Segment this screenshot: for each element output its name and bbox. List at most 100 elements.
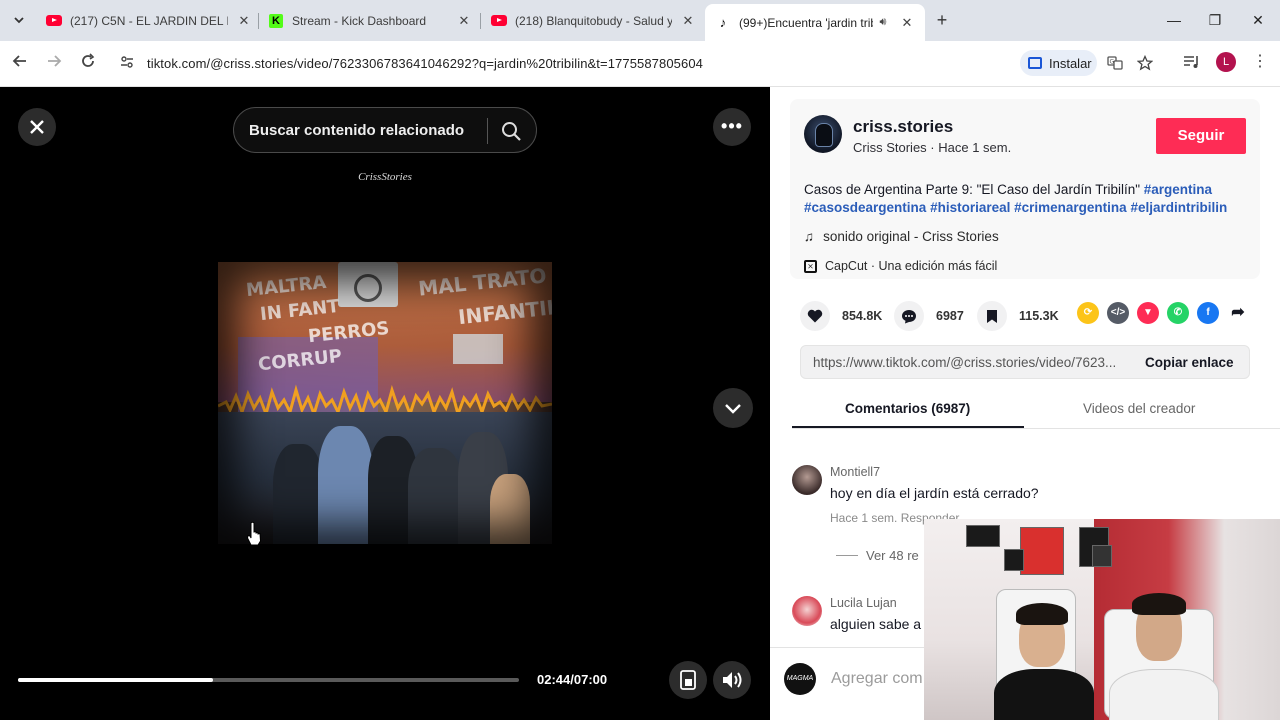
ellipsis-icon: ••• <box>721 116 743 136</box>
search-divider <box>487 118 488 144</box>
picture-in-picture-button[interactable] <box>669 661 707 699</box>
browser-tab-c5n[interactable]: (217) C5N - EL JARDIN DEL HORROR ✕ <box>46 6 252 35</box>
tab-close-icon[interactable]: ✕ <box>236 13 252 29</box>
tab-search-button[interactable] <box>8 9 30 31</box>
tab-close-icon[interactable]: ✕ <box>456 13 472 29</box>
repost-icon[interactable]: ⟳ <box>1077 302 1099 324</box>
commenter-avatar[interactable] <box>792 596 822 626</box>
more-options-button[interactable]: ••• <box>713 108 751 146</box>
heart-icon <box>800 301 830 331</box>
video-frame[interactable]: MALTRA MAL TRATO IN FANT INFANTIL PERROS… <box>218 262 552 544</box>
sound-link[interactable]: ♫ sonido original - Criss Stories <box>804 229 999 244</box>
profile-avatar[interactable]: L <box>1216 52 1236 72</box>
video-link-text: https://www.tiktok.com/@criss.stories/vi… <box>813 355 1117 370</box>
author-avatar[interactable] <box>804 115 842 153</box>
current-user-avatar: MAGMA <box>784 663 816 695</box>
next-video-button[interactable] <box>713 388 753 428</box>
progress-bar[interactable] <box>18 678 519 682</box>
video-link-field[interactable]: https://www.tiktok.com/@criss.stories/vi… <box>800 345 1250 379</box>
youtube-icon <box>46 13 62 29</box>
browser-tab-strip: (217) C5N - EL JARDIN DEL HORROR ✕ K Str… <box>0 0 1280 41</box>
save-stat[interactable]: 115.3K <box>977 301 1059 331</box>
commenter-avatar[interactable] <box>792 465 822 495</box>
follow-button[interactable]: Seguir <box>1156 118 1246 154</box>
tab-title: (99+)Encuentra 'jardin tribilin' <box>739 15 873 30</box>
video-player: Buscar contenido relacionado ••• CrissSt… <box>0 87 770 720</box>
commenter-name[interactable]: Lucila Lujan <box>830 596 897 610</box>
hashtag-link[interactable]: #eljardintribilin <box>1130 200 1227 215</box>
install-icon <box>1028 57 1042 69</box>
install-app-button[interactable]: Instalar <box>1020 50 1097 76</box>
video-description: Casos de Argentina Parte 9: "El Caso del… <box>804 181 1244 217</box>
hashtag-link[interactable]: #historiareal <box>930 200 1010 215</box>
translate-icon[interactable]: G <box>1107 55 1123 74</box>
comment-bubble-icon <box>894 301 924 331</box>
minimize-icon[interactable]: — <box>1164 10 1184 30</box>
author-username[interactable]: criss.stories <box>853 117 953 137</box>
bookmark-icon <box>977 301 1007 331</box>
comment-stat[interactable]: 6987 <box>894 301 964 331</box>
omnibox[interactable]: tiktok.com/@criss.stories/video/76233067… <box>110 47 1280 80</box>
speaker-icon <box>723 672 742 688</box>
author-card: criss.stories Criss Stories · Hace 1 sem… <box>790 99 1260 279</box>
tab-comments[interactable]: Comentarios (6987) <box>845 401 970 416</box>
new-tab-button[interactable]: + <box>932 10 952 30</box>
video-watermark: CrissStories <box>358 171 412 183</box>
tiktok-icon: ♪ <box>719 15 727 30</box>
send-to-friends-icon[interactable]: ▼ <box>1137 302 1159 324</box>
whatsapp-icon[interactable]: ✆ <box>1167 302 1189 324</box>
commenter-name[interactable]: Montiell7 <box>830 465 880 479</box>
embed-code-icon[interactable]: </> <box>1107 302 1129 324</box>
related-search-input[interactable]: Buscar contenido relacionado <box>233 107 537 153</box>
add-comment-input[interactable]: Agregar com <box>831 670 923 688</box>
speaker-icon[interactable]: 🔊︎ <box>875 16 891 29</box>
url-text[interactable]: tiktok.com/@criss.stories/video/76233067… <box>147 56 703 71</box>
hashtag-link[interactable]: #crimenargentina <box>1014 200 1127 215</box>
capcut-link[interactable]: ⨯ CapCut · Una edición más fácil <box>804 259 997 273</box>
tab-separator <box>480 13 481 29</box>
like-count: 854.8K <box>842 309 883 323</box>
forward-arrow-icon[interactable] <box>44 53 64 73</box>
view-replies-button[interactable]: Ver 48 re <box>836 548 919 563</box>
comment-text: hoy en día el jardín está cerrado? <box>830 485 1039 501</box>
back-arrow-icon[interactable] <box>10 53 30 73</box>
hashtag-link[interactable]: #argentina <box>1144 182 1212 197</box>
save-count: 115.3K <box>1019 309 1059 323</box>
hashtag-link[interactable]: #casosdeargentina <box>804 200 926 215</box>
youtube-icon <box>491 13 507 29</box>
search-icon[interactable] <box>500 120 522 142</box>
tab-separator <box>258 13 259 29</box>
restore-icon[interactable]: ❐ <box>1205 10 1225 30</box>
like-stat[interactable]: 854.8K <box>800 301 882 331</box>
share-arrow-icon[interactable]: ➦ <box>1227 302 1249 324</box>
tab-title: (218) Blanquitobudy - Salud y Fuerza <box>515 13 672 28</box>
tab-close-icon[interactable]: ✕ <box>680 13 696 29</box>
tab-creator-videos[interactable]: Videos del creador <box>1083 401 1195 416</box>
webcam-overlay <box>924 519 1280 720</box>
copy-link-button[interactable]: Copiar enlace <box>1145 355 1234 370</box>
bookmark-star-icon[interactable] <box>1136 54 1154 74</box>
reload-icon[interactable] <box>78 53 98 73</box>
author-display-name: Criss Stories <box>853 140 927 155</box>
facebook-icon[interactable]: f <box>1197 302 1219 324</box>
description-text: Casos de Argentina Parte 9: "El Caso del… <box>804 182 1141 197</box>
kick-icon: K <box>268 13 284 29</box>
browser-tab-tiktok[interactable]: ♪ (99+)Encuentra 'jardin tribilin' 🔊︎ ✕ <box>705 4 925 41</box>
close-window-icon[interactable]: ✕ <box>1248 10 1268 30</box>
site-settings-icon[interactable] <box>120 55 134 72</box>
capcut-icon: ⨯ <box>804 259 817 273</box>
browser-tab-kick[interactable]: K Stream - Kick Dashboard ✕ <box>268 6 472 35</box>
tab-title: (217) C5N - EL JARDIN DEL HORROR <box>70 13 228 28</box>
tab-title: Stream - Kick Dashboard <box>292 13 427 28</box>
install-label: Instalar <box>1049 55 1092 71</box>
media-controls-icon[interactable] <box>1183 54 1201 75</box>
active-tab-underline <box>792 426 1024 428</box>
panel-tabs: Comentarios (6987) Videos del creador <box>792 393 1280 429</box>
svg-text:G: G <box>1110 59 1115 66</box>
tab-close-icon[interactable]: ✕ <box>899 15 915 31</box>
browser-menu-icon[interactable]: ⋮ <box>1252 51 1268 71</box>
browser-tab-blanquitobudy[interactable]: (218) Blanquitobudy - Salud y Fuerza ✕ <box>491 6 696 35</box>
capcut-label: CapCut · Una edición más fácil <box>825 259 998 273</box>
volume-button[interactable] <box>713 661 751 699</box>
close-video-button[interactable] <box>18 108 56 146</box>
